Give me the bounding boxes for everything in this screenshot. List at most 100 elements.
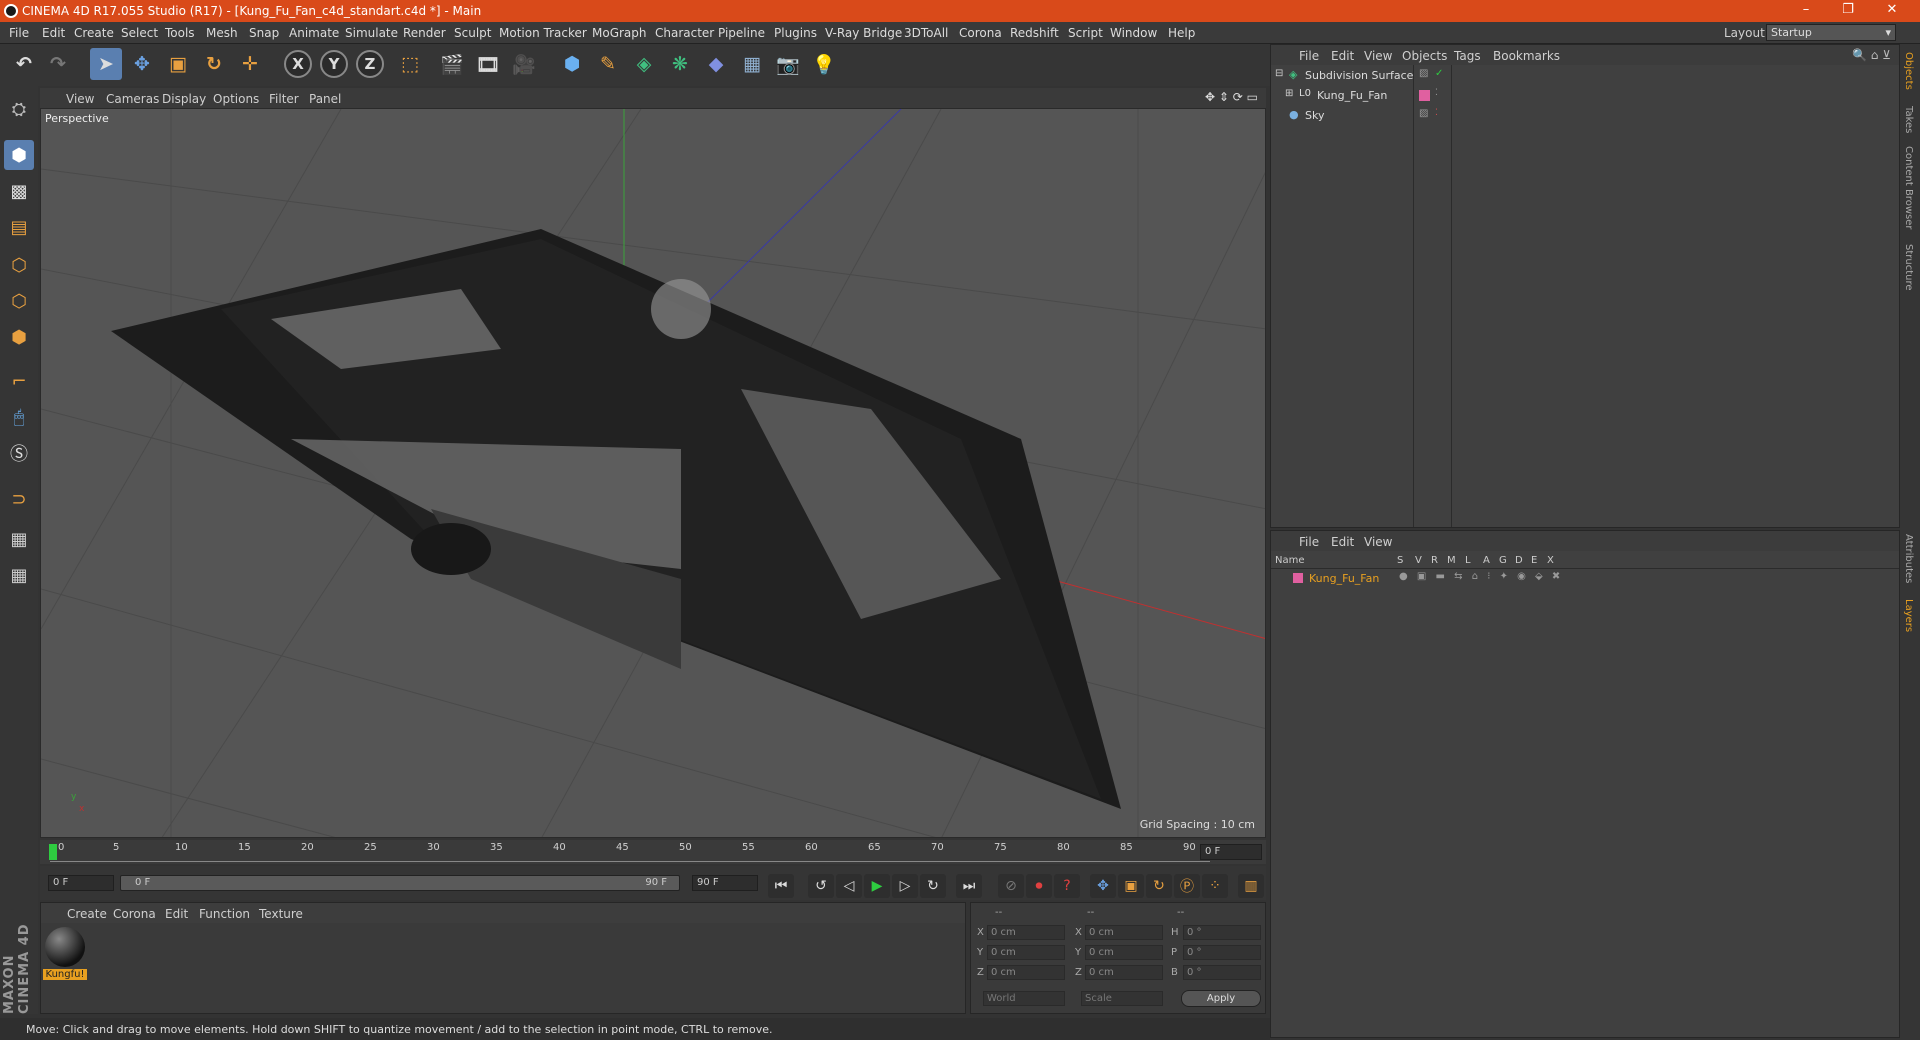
play-icon[interactable]: ▶	[864, 874, 890, 898]
tab-layers[interactable]: Layers	[1903, 599, 1914, 632]
step-forward-icon[interactable]: ▷	[892, 874, 918, 898]
menu-3dtoall[interactable]: 3DToAll	[904, 26, 948, 40]
autokey-icon[interactable]: ⏺	[1026, 874, 1052, 898]
3d-viewport[interactable]: y x Perspective Grid Spacing : 10 cm	[40, 108, 1266, 838]
loop-forward-icon[interactable]: ↻	[920, 874, 946, 898]
polygons-mode-icon[interactable]: ⬢	[4, 322, 34, 352]
tweak-mode-icon[interactable]: 🖱	[4, 402, 34, 432]
size-mode-select[interactable]: Scale	[1081, 991, 1163, 1006]
objects-menu-objects[interactable]: Objects	[1402, 49, 1447, 63]
rotation-p-field[interactable]: 0 °	[1183, 945, 1261, 960]
planar-workplane-icon[interactable]: ▦	[4, 560, 34, 590]
size-x-field[interactable]: 0 cm	[1085, 925, 1163, 940]
transform-tool-icon[interactable]: ✛	[234, 48, 266, 80]
material-menu-function[interactable]: Function	[199, 907, 250, 921]
object-row-subdivision[interactable]: ⊟ ◈ Subdivision Surface ▨ ✓	[1271, 65, 1899, 85]
preview-range-slider[interactable]: 0 F 90 F	[120, 875, 680, 891]
size-y-field[interactable]: 0 cm	[1085, 945, 1163, 960]
objects-menu-tags[interactable]: Tags	[1454, 49, 1481, 63]
live-selection-icon[interactable]: ➤	[90, 48, 122, 80]
move-tool-icon[interactable]: ✥	[126, 48, 158, 80]
cube-object-icon[interactable]: ⬢	[556, 48, 588, 80]
layers-menu-file[interactable]: File	[1299, 535, 1319, 549]
layer-toggle-icons[interactable]: ● ▣ ▬ ⇆ ⌂ ⁝ ✦ ◉ ⬙ ✖	[1399, 571, 1563, 582]
menu-create[interactable]: Create	[74, 26, 114, 40]
object-row-kungfu-fan[interactable]: ⊞ L0 Kung_Fu_Fan ⁚	[1271, 85, 1899, 105]
redo-icon[interactable]: ↷	[42, 48, 74, 80]
layers-menu-edit[interactable]: Edit	[1331, 535, 1354, 549]
menu-select[interactable]: Select	[121, 26, 158, 40]
close-button[interactable]: ✕	[1872, 2, 1912, 20]
position-z-field[interactable]: 0 cm	[987, 965, 1065, 980]
spline-pen-icon[interactable]: ✎	[592, 48, 624, 80]
subdivision-icon[interactable]: ◈	[628, 48, 660, 80]
menu-motion-tracker[interactable]: Motion Tracker	[499, 26, 587, 40]
layer-tag-icon[interactable]: ▨	[1419, 108, 1428, 119]
apply-button[interactable]: Apply	[1181, 990, 1261, 1007]
start-frame-field[interactable]: 0 F	[48, 875, 114, 891]
menu-edit[interactable]: Edit	[42, 26, 65, 40]
material-menu-create[interactable]: Create	[67, 907, 107, 921]
y-axis-lock-icon[interactable]: Y	[320, 50, 348, 78]
timeline-ruler[interactable]: 0 5 10 15 20 25 30 35 40 45 50 55 60 65 …	[40, 840, 1266, 864]
search-icon[interactable]: 🔍 ⌂ ⊻	[1852, 48, 1891, 62]
edges-mode-icon[interactable]: ⬡	[4, 286, 34, 316]
render-settings-icon[interactable]: 🎥	[508, 48, 540, 80]
menu-animate[interactable]: Animate	[289, 26, 339, 40]
enabled-check-icon[interactable]: ✓	[1435, 68, 1443, 79]
menu-script[interactable]: Script	[1068, 26, 1103, 40]
timeline-track[interactable]	[50, 842, 1210, 862]
render-view-icon[interactable]: 🎬	[436, 48, 468, 80]
viewport-menu-display[interactable]: Display	[162, 92, 206, 106]
tree-toggle-icon[interactable]: ⊟	[1275, 68, 1283, 79]
current-frame-field[interactable]: 0 F	[1200, 844, 1262, 860]
menu-pipeline[interactable]: Pipeline	[718, 26, 765, 40]
menu-window[interactable]: Window	[1110, 26, 1157, 40]
key-rotation-icon[interactable]: ↻	[1146, 874, 1172, 898]
objects-menu-edit[interactable]: Edit	[1331, 49, 1354, 63]
workplane-icon[interactable]: ▤	[4, 212, 34, 242]
viewport-menu-options[interactable]: Options	[213, 92, 259, 106]
coordinate-system-icon[interactable]: ⬚	[394, 48, 426, 80]
menu-snap[interactable]: Snap	[249, 26, 279, 40]
menu-file[interactable]: File	[9, 26, 29, 40]
layer-color-swatch[interactable]	[1293, 573, 1303, 583]
layer-row[interactable]: Kung_Fu_Fan ● ▣ ▬ ⇆ ⌂ ⁝ ✦ ◉ ⬙ ✖	[1271, 569, 1899, 587]
visibility-dots-icon[interactable]: ⁚	[1435, 108, 1438, 118]
menu-simulate[interactable]: Simulate	[345, 26, 398, 40]
tree-toggle-icon[interactable]: ⊞	[1285, 88, 1293, 99]
menu-mograph[interactable]: MoGraph	[592, 26, 647, 40]
keyframe-selection-icon[interactable]: ?	[1054, 874, 1080, 898]
menu-plugins[interactable]: Plugins	[774, 26, 817, 40]
visibility-dots-icon[interactable]: ⁚	[1435, 88, 1438, 98]
rotation-b-field[interactable]: 0 °	[1183, 965, 1261, 980]
position-y-field[interactable]: 0 cm	[987, 945, 1065, 960]
menu-render[interactable]: Render	[403, 26, 446, 40]
menu-vray-bridge[interactable]: V-Ray Bridge	[825, 26, 902, 40]
menu-redshift[interactable]: Redshift	[1010, 26, 1059, 40]
snap-magnet-icon[interactable]: ⊃	[4, 484, 34, 514]
z-axis-lock-icon[interactable]: Z	[356, 50, 384, 78]
menu-sculpt[interactable]: Sculpt	[454, 26, 491, 40]
layer-tag-icon[interactable]: ▨	[1419, 68, 1428, 79]
minimize-button[interactable]: –	[1786, 2, 1826, 20]
objects-menu-bookmarks[interactable]: Bookmarks	[1493, 49, 1560, 63]
objects-menu-file[interactable]: File	[1299, 49, 1319, 63]
material-menu-edit[interactable]: Edit	[165, 907, 188, 921]
undo-icon[interactable]: ↶	[8, 48, 40, 80]
deformer-icon[interactable]: ◆	[700, 48, 732, 80]
tab-content-browser[interactable]: Content Browser	[1903, 146, 1914, 229]
layout-select[interactable]: Startup ▾	[1766, 24, 1896, 41]
material-swatch[interactable]: Kungfu!	[43, 927, 87, 985]
material-menu-corona[interactable]: Corona	[113, 907, 156, 921]
coordinate-mode-select[interactable]: World	[983, 991, 1065, 1006]
key-parameter-icon[interactable]: Ⓟ	[1174, 874, 1200, 898]
timeline-window-icon[interactable]: ▥	[1238, 874, 1264, 898]
tab-attributes[interactable]: Attributes	[1903, 534, 1914, 583]
tab-objects[interactable]: Objects	[1903, 52, 1914, 90]
light-icon[interactable]: 💡	[808, 48, 840, 80]
viewport-menu-view[interactable]: View	[66, 92, 94, 106]
texture-mode-icon[interactable]: ▩	[4, 176, 34, 206]
key-scale-icon[interactable]: ▣	[1118, 874, 1144, 898]
mograph-cloner-icon[interactable]: ❋	[664, 48, 696, 80]
